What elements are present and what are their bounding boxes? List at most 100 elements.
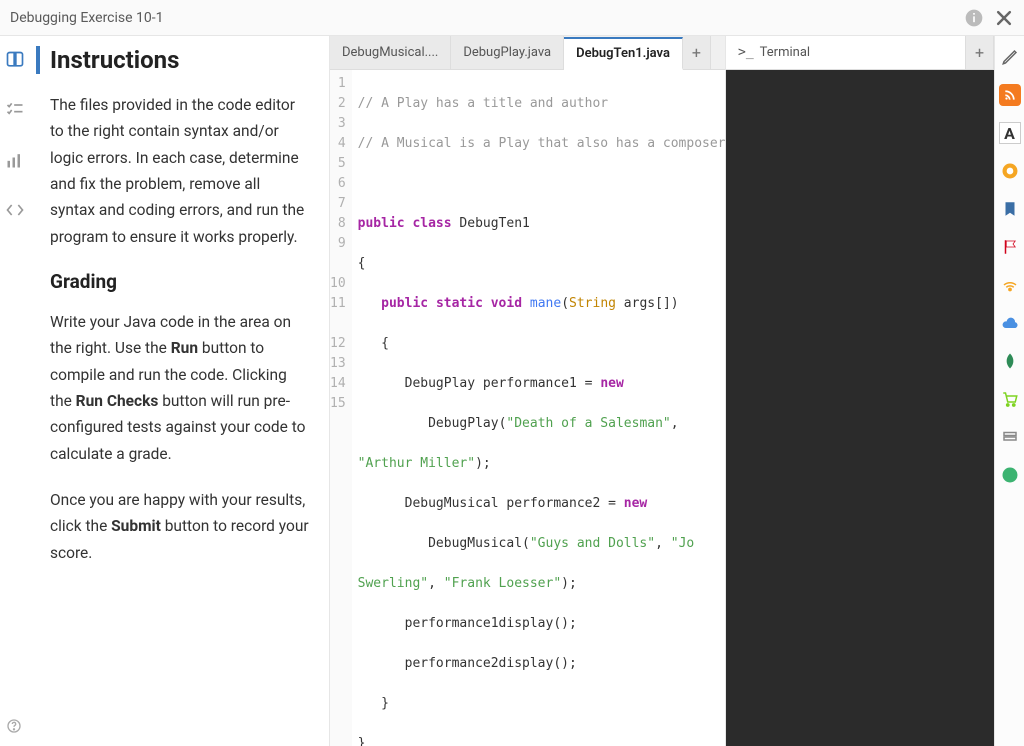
green-circle-icon[interactable] (999, 464, 1021, 486)
bookmark-icon[interactable] (999, 198, 1021, 220)
close-icon[interactable] (994, 8, 1014, 28)
book-icon[interactable] (5, 50, 25, 70)
string: Swerling" (358, 576, 428, 591)
code-content[interactable]: // A Play has a title and author // A Mu… (352, 70, 725, 746)
kw: class (412, 216, 451, 231)
wifi-icon[interactable] (999, 274, 1021, 296)
kw: new (624, 496, 647, 511)
lineno: 4 (330, 134, 346, 154)
code-line: { (358, 254, 725, 274)
terminal-body[interactable] (726, 70, 994, 746)
type: DebugPlay (405, 376, 475, 391)
letter-a-icon[interactable]: A (999, 122, 1021, 144)
lineno: 10 (330, 274, 346, 294)
code-line (358, 174, 725, 194)
submit-label: Submit (111, 517, 161, 535)
string: "Guys and Dolls" (530, 536, 655, 551)
instructions-paragraph-3: Once you are happy with your results, cl… (50, 487, 309, 566)
topbar-actions (964, 8, 1014, 28)
main-area: Instructions The files provided in the c… (0, 36, 1024, 746)
var: performance2 = (499, 496, 624, 511)
page-title: Debugging Exercise 10-1 (10, 10, 964, 26)
paren: ( (561, 296, 569, 311)
circle-orange-icon[interactable] (999, 160, 1021, 182)
lineno (330, 254, 346, 274)
lineno: 12 (330, 334, 346, 354)
args: args[]) (616, 296, 679, 311)
lineno: 9 (330, 234, 346, 254)
lineno: 15 (330, 394, 346, 414)
comma: , (671, 416, 679, 431)
paren: ); (561, 576, 577, 591)
tab-add-button[interactable]: + (683, 36, 711, 69)
paren: ); (475, 456, 491, 471)
tab-debugten1[interactable]: DebugTen1.java (564, 37, 683, 70)
indent (358, 496, 405, 511)
lineno: 6 (330, 174, 346, 194)
tab-debugmusical[interactable]: DebugMusical.... (330, 36, 451, 69)
lineno: 5 (330, 154, 346, 174)
tab-terminal[interactable]: >_ Terminal (726, 36, 966, 69)
terminal-prompt-icon: >_ (738, 45, 754, 60)
code-editor[interactable]: 1 2 3 4 5 6 7 8 9 10 11 12 13 14 15 // A… (330, 70, 725, 746)
left-tool-rail (0, 36, 30, 746)
string: "Frank Loesser" (444, 576, 561, 591)
cloud-icon[interactable] (999, 312, 1021, 334)
type: String (569, 296, 616, 311)
instructions-heading: Instructions (36, 46, 309, 74)
code-line: } (358, 734, 725, 746)
tab-debugplay[interactable]: DebugPlay.java (451, 36, 564, 69)
line-gutter: 1 2 3 4 5 6 7 8 9 10 11 12 13 14 15 (330, 70, 352, 746)
indent (358, 416, 428, 431)
code-line: performance1display(); (358, 614, 725, 634)
comma: , (655, 536, 671, 551)
string: "Jo (671, 536, 694, 551)
chart-icon[interactable] (5, 150, 25, 170)
type: DebugPlay (428, 416, 498, 431)
type: DebugMusical (405, 496, 499, 511)
lineno: 8 (330, 214, 346, 234)
terminal-add-button[interactable]: + (966, 36, 994, 69)
help-icon[interactable] (6, 718, 22, 738)
terminal-tabs: >_ Terminal + (726, 36, 994, 70)
lineno: 13 (330, 354, 346, 374)
editor-panel: DebugMusical.... DebugPlay.java DebugTen… (330, 36, 726, 746)
stack-icon[interactable] (999, 426, 1021, 448)
lineno: 11 (330, 294, 346, 314)
code-line: // A Musical is a Play that also has a c… (358, 136, 725, 151)
run-checks-label: Run Checks (76, 392, 159, 410)
var: performance1 = (475, 376, 600, 391)
kw: public (381, 296, 428, 311)
class-name: DebugTen1 (459, 216, 529, 231)
pencil-icon[interactable] (999, 46, 1021, 68)
leaf-green-icon[interactable] (999, 350, 1021, 372)
terminal-label: Terminal (760, 45, 810, 60)
kw: void (491, 296, 522, 311)
right-app-rail: A (994, 36, 1024, 746)
kw: static (436, 296, 483, 311)
indent (358, 536, 428, 551)
info-icon[interactable] (964, 8, 984, 28)
code-line: { (358, 334, 725, 354)
string: "Death of a Salesman" (506, 416, 670, 431)
instructions-paragraph-1: The files provided in the code editor to… (50, 92, 309, 250)
code-icon[interactable] (5, 200, 25, 220)
lineno: 1 (330, 74, 346, 94)
grading-heading: Grading (50, 270, 309, 293)
indent (358, 376, 405, 391)
kw: new (600, 376, 623, 391)
editor-tabs: DebugMusical.... DebugPlay.java DebugTen… (330, 36, 725, 70)
lineno: 14 (330, 374, 346, 394)
string: "Arthur Miller" (358, 456, 475, 471)
run-label: Run (171, 339, 198, 357)
code-line: } (358, 694, 725, 714)
checklist-icon[interactable] (5, 100, 25, 120)
cart-icon[interactable] (999, 388, 1021, 410)
rss-icon[interactable] (999, 84, 1021, 106)
instructions-paragraph-2: Write your Java code in the area on the … (50, 309, 309, 467)
lineno: 2 (330, 94, 346, 114)
flag-icon[interactable] (999, 236, 1021, 258)
indent (358, 296, 381, 311)
paren: ( (522, 536, 530, 551)
lineno (330, 314, 346, 334)
